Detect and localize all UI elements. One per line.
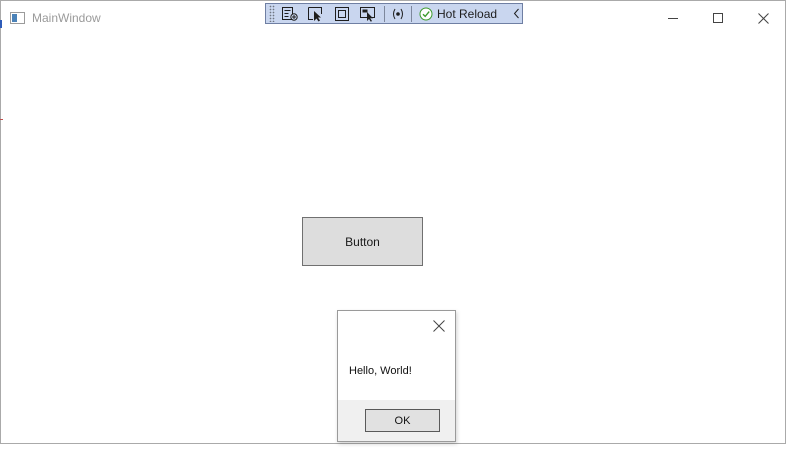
close-icon xyxy=(433,320,445,332)
live-visual-tree-icon xyxy=(282,6,298,21)
close-button[interactable] xyxy=(741,1,786,35)
track-focused-element-icon xyxy=(360,6,375,22)
ok-button[interactable]: OK xyxy=(365,409,440,432)
xaml-runtime-toolbar: Hot Reload xyxy=(265,3,523,24)
toolbar-separator xyxy=(411,5,412,22)
collapse-toolbar-button[interactable] xyxy=(511,5,521,22)
message-box-dialog: Hello, World! OK xyxy=(337,310,456,442)
hot-reload-status[interactable]: Hot Reload xyxy=(419,5,497,22)
toolbar-grip[interactable] xyxy=(269,5,275,22)
toolbar-separator xyxy=(384,5,385,22)
live-visual-tree-button[interactable] xyxy=(280,5,300,22)
display-layout-adorners-button[interactable] xyxy=(332,5,352,22)
close-icon xyxy=(758,12,769,24)
message-box-footer: OK xyxy=(338,400,455,441)
track-focused-element-button[interactable] xyxy=(358,5,378,22)
message-box-close-button[interactable] xyxy=(432,319,446,333)
edge-artifact xyxy=(0,119,3,120)
hot-reload-status-icon xyxy=(419,7,433,20)
edge-artifact xyxy=(0,20,2,28)
display-layout-adorners-icon xyxy=(335,6,349,21)
binding-failures-button[interactable] xyxy=(391,5,405,22)
minimize-button[interactable] xyxy=(650,1,695,35)
hot-reload-label: Hot Reload xyxy=(437,6,498,21)
main-button[interactable]: Button xyxy=(302,217,423,266)
message-text: Hello, World! xyxy=(349,365,412,377)
binding-failures-icon xyxy=(393,8,403,19)
app-window-icon xyxy=(10,12,25,24)
minimize-icon xyxy=(667,18,678,19)
maximize-icon xyxy=(712,13,723,23)
select-element-button[interactable] xyxy=(306,5,326,22)
maximize-button[interactable] xyxy=(695,1,740,35)
select-element-icon xyxy=(308,6,322,21)
window-title: MainWindow xyxy=(32,11,101,25)
collapse-chevron-icon xyxy=(513,8,519,19)
